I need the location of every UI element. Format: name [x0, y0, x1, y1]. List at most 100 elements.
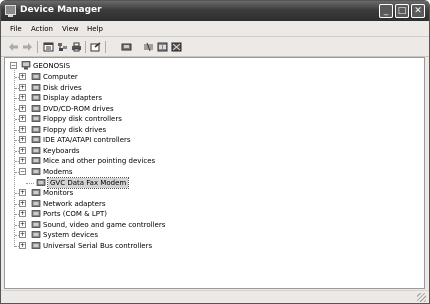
floppy-drive-icon — [31, 125, 41, 134]
tree-item-network-adapter[interactable]: + Network adapters — [15, 199, 199, 209]
tree-item-ide-controller[interactable]: + IDE ATA/ATAPI controllers — [15, 135, 199, 145]
expand-toggle[interactable]: + — [19, 125, 26, 133]
computer-icon — [31, 72, 41, 81]
close-button[interactable]: ✕ — [411, 4, 425, 18]
expand-toggle[interactable]: + — [19, 104, 26, 112]
system-device-icon — [31, 230, 41, 239]
modem-icon — [31, 167, 41, 176]
expand-toggle[interactable]: + — [19, 73, 26, 80]
menu-action[interactable]: Action — [31, 25, 53, 33]
tree-item-port[interactable]: + Ports (COM & LPT) — [15, 209, 199, 219]
expand-toggle[interactable]: + — [19, 136, 26, 144]
device-tree[interactable]: − GEONOSIS + Computer + Disk drives + Display… — [4, 57, 425, 289]
mouse-icon — [31, 156, 41, 165]
expand-toggle[interactable]: + — [19, 146, 26, 154]
expand-toggle[interactable]: + — [19, 241, 26, 249]
display-adapter-icon — [31, 93, 41, 102]
ide-controller-icon — [31, 135, 41, 144]
tree-item-usb[interactable]: + Universal Serial Bus controllers — [15, 241, 199, 251]
maximize-button[interactable]: □ — [395, 4, 409, 18]
tree-item-system-device[interactable]: + System devices — [15, 230, 199, 240]
tree-item-label: Display adapters — [43, 94, 103, 103]
minimize-button[interactable]: _ — [379, 4, 393, 18]
expand-toggle[interactable]: + — [19, 231, 26, 239]
modem-device-icon — [36, 178, 46, 187]
tree-item-floppy-drive[interactable]: + Floppy disk drives — [15, 125, 199, 135]
tree-item-keyboard[interactable]: + Keyboards — [15, 146, 199, 156]
tree-item-display-adapter[interactable]: + Display adapters — [15, 93, 199, 103]
network-adapter-icon — [31, 199, 41, 208]
window-title: Device Manager — [20, 5, 102, 15]
forward-icon[interactable] — [22, 42, 33, 52]
properties-icon[interactable] — [90, 42, 101, 52]
tree-item-disk-drive[interactable]: + Disk drives — [15, 83, 199, 93]
scan-icon[interactable] — [121, 42, 132, 52]
expand-toggle[interactable]: + — [19, 199, 26, 207]
expand-toggle[interactable]: + — [19, 220, 26, 228]
menu-file[interactable]: File — [10, 25, 22, 33]
cdrom-icon — [31, 104, 41, 113]
tree-guide — [26, 182, 34, 184]
menu-view[interactable]: View — [62, 25, 79, 33]
tree-item-label: Sound, video and game controllers — [43, 220, 166, 229]
toolbar-separator — [37, 41, 38, 53]
tree-item-label: Disk drives — [43, 83, 82, 92]
toolbar-separator — [85, 41, 86, 53]
tree-item-modem-device[interactable]: GVC Data Fax Modem — [26, 176, 156, 189]
tree-item-label: IDE ATA/ATAPI controllers — [43, 136, 131, 145]
expand-toggle[interactable]: + — [19, 115, 26, 123]
computer-root-icon — [21, 61, 31, 70]
toolbar-separator — [105, 41, 106, 53]
tree-item-computer[interactable]: + Computer — [15, 72, 199, 82]
tree-item-label: Mice and other pointing devices — [43, 157, 156, 166]
collapse-toggle[interactable]: − — [10, 62, 17, 69]
tree-root[interactable]: − GEONOSIS — [10, 61, 130, 71]
status-bar — [1, 290, 429, 303]
tree-item-floppy-controller[interactable]: + Floppy disk controllers — [15, 114, 199, 124]
properties-pane-icon[interactable] — [43, 42, 54, 52]
expand-toggle[interactable]: + — [19, 210, 26, 218]
tree-item-label: Floppy disk drives — [43, 125, 107, 134]
keyboard-icon — [31, 146, 41, 155]
update-driver-icon[interactable] — [143, 42, 154, 52]
print-icon[interactable] — [71, 42, 82, 52]
tree-item-cdrom[interactable]: + DVD/CD-ROM drives — [15, 104, 199, 114]
uninstall-icon[interactable] — [157, 42, 168, 52]
tree-item-monitor[interactable]: + Monitors — [15, 188, 199, 198]
usb-icon — [31, 241, 41, 250]
tree-item-label: GVC Data Fax Modem — [46, 176, 130, 189]
device-manager-icon — [5, 5, 16, 17]
expand-toggle[interactable]: + — [19, 189, 26, 197]
tree-item-label: System devices — [43, 231, 98, 240]
back-icon[interactable] — [8, 42, 19, 52]
tree-item-label: Computer — [43, 73, 78, 81]
device-manager-window: Device Manager _ □ ✕ File Action View He… — [0, 0, 430, 304]
tree-item-label: Keyboards — [43, 146, 80, 155]
expand-toggle[interactable]: + — [19, 94, 26, 102]
expand-toggle[interactable]: + — [19, 157, 26, 165]
tree-item-sound[interactable]: + Sound, video and game controllers — [15, 220, 199, 230]
toolbar — [1, 38, 429, 57]
disable-device-icon[interactable] — [171, 42, 182, 52]
tree-item-modem[interactable]: − Modems — [15, 167, 199, 177]
menu-bar: File Action View Help — [1, 22, 429, 37]
collapse-toggle[interactable]: − — [19, 167, 26, 175]
monitor-icon — [31, 188, 41, 197]
tree-item-label: Modems — [43, 167, 73, 176]
tree-item-label: Monitors — [43, 189, 74, 198]
sound-icon — [31, 220, 41, 229]
tree-item-label: Ports (COM & LPT) — [43, 210, 107, 219]
expand-toggle[interactable]: + — [19, 83, 26, 91]
port-icon — [31, 209, 41, 218]
floppy-controller-icon — [31, 114, 41, 123]
title-bar[interactable]: Device Manager _ □ ✕ — [1, 1, 429, 21]
tree-item-label: DVD/CD-ROM drives — [43, 104, 114, 113]
menu-help[interactable]: Help — [87, 25, 103, 33]
tree-guide — [14, 70, 15, 247]
resize-grip[interactable] — [417, 293, 426, 302]
tree-item-label: Network adapters — [43, 199, 106, 208]
tree-item-mouse[interactable]: + Mice and other pointing devices — [15, 156, 199, 166]
tree-icon[interactable] — [57, 42, 68, 52]
tree-root-label: GEONOSIS — [33, 62, 71, 70]
tree-item-label: Floppy disk controllers — [43, 115, 122, 124]
